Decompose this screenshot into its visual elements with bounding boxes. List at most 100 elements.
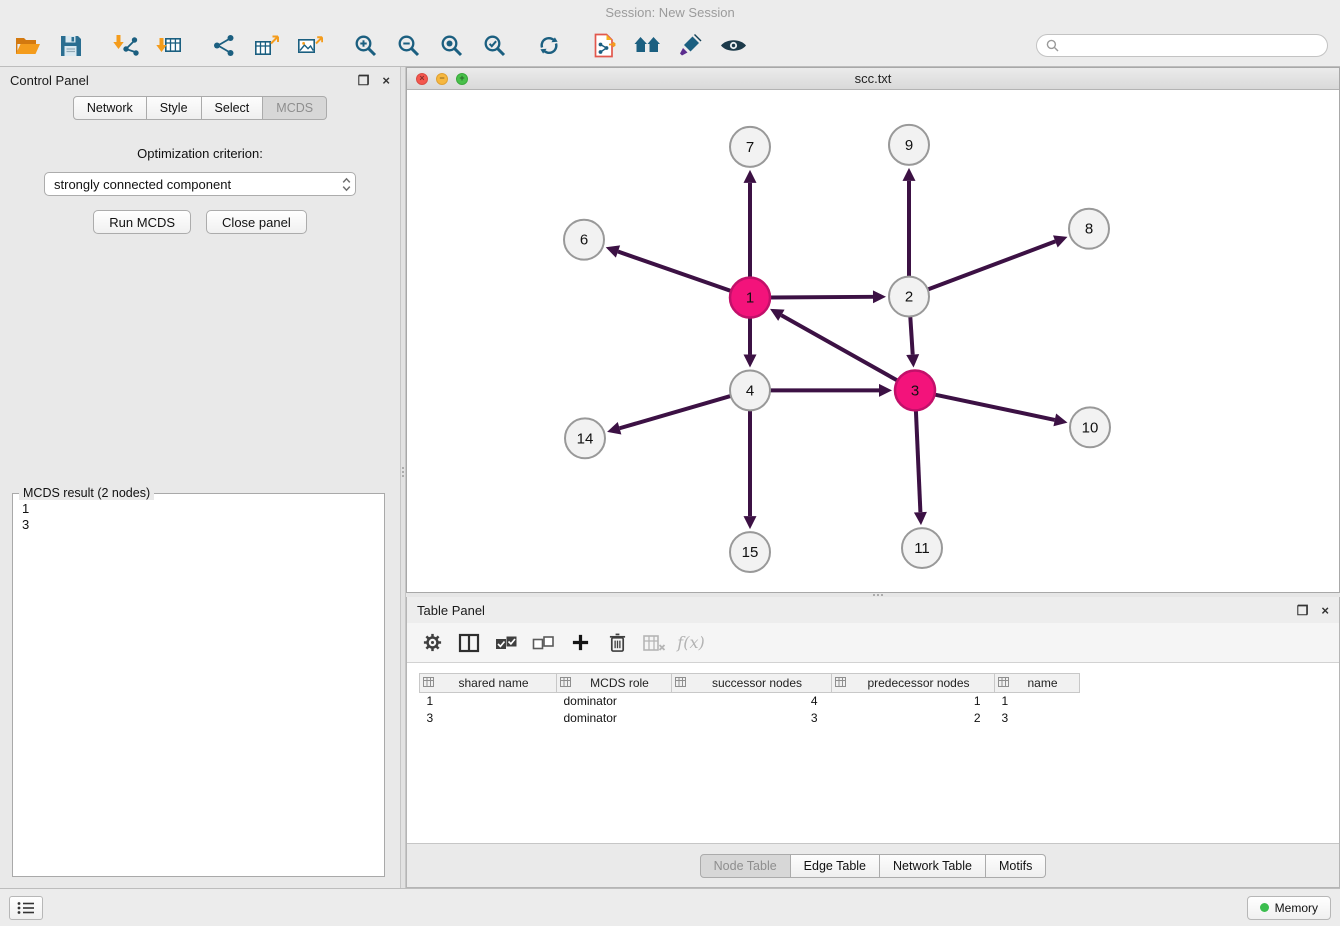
panel-splitter[interactable] <box>400 67 406 888</box>
close-window-icon[interactable]: × <box>416 73 428 85</box>
graph-arrowhead <box>906 354 919 367</box>
graph-node-label: 1 <box>746 290 754 307</box>
graph-node-label: 11 <box>914 540 930 557</box>
graph-node-label: 10 <box>1082 419 1099 436</box>
graph-edge-2-3[interactable] <box>910 317 912 355</box>
tab-style[interactable]: Style <box>147 96 202 120</box>
tab-select[interactable]: Select <box>202 96 264 120</box>
plus-icon <box>571 633 590 652</box>
close-panel-button[interactable]: Close panel <box>206 210 307 234</box>
save-session-button[interactable] <box>53 30 89 62</box>
table-cell-filler <box>1080 693 1328 710</box>
table-row[interactable]: 3dominator323 <box>420 710 1328 727</box>
import-table-icon <box>156 34 182 57</box>
column-header-MCDS-role[interactable]: MCDS role <box>557 674 672 693</box>
table-cell[interactable]: 3 <box>420 710 557 727</box>
add-row-button[interactable] <box>563 628 597 658</box>
tab-mcds[interactable]: MCDS <box>263 96 327 120</box>
tab-edge-table[interactable]: Edge Table <box>791 854 880 878</box>
table-cell[interactable]: dominator <box>557 693 672 710</box>
zoom-in-button[interactable] <box>347 30 383 62</box>
column-header-name[interactable]: name <box>995 674 1080 693</box>
toggle-column-button[interactable] <box>452 628 486 658</box>
graph-edge-3-10[interactable] <box>935 395 1055 420</box>
share-network-button[interactable] <box>206 30 242 62</box>
run-mcds-button[interactable]: Run MCDS <box>93 210 191 234</box>
network-window-titlebar[interactable]: × − + scc.txt <box>407 68 1339 90</box>
zoom-selected-button[interactable] <box>476 30 512 62</box>
table-splitter[interactable] <box>406 593 1340 597</box>
control-panel-header: Control Panel ❐ × <box>0 67 400 93</box>
table-cell[interactable]: 2 <box>832 710 995 727</box>
tab-motifs[interactable]: Motifs <box>986 854 1046 878</box>
table-cell[interactable]: 3 <box>995 710 1080 727</box>
import-network-button[interactable] <box>108 30 144 62</box>
column-type-icon <box>423 676 434 690</box>
tab-network-table[interactable]: Network Table <box>880 854 986 878</box>
task-history-button[interactable] <box>9 896 43 920</box>
open-session-button[interactable] <box>10 30 46 62</box>
graph-edge-3-1[interactable] <box>781 315 897 380</box>
close-table-panel-icon[interactable]: × <box>1321 604 1329 617</box>
window-title: Session: New Session <box>605 5 734 20</box>
zoom-fit-button[interactable] <box>433 30 469 62</box>
window-titlebar[interactable]: Session: New Session <box>0 0 1340 25</box>
graph-node-label: 6 <box>580 232 588 249</box>
maximize-window-icon[interactable]: + <box>456 73 468 85</box>
search-input[interactable] <box>1064 39 1318 53</box>
tab-node-table[interactable]: Node Table <box>700 854 791 878</box>
tab-network[interactable]: Network <box>73 96 147 120</box>
graph-arrowhead <box>903 168 916 181</box>
table-cell-filler <box>1080 710 1328 727</box>
first-neighbors-button[interactable] <box>629 30 665 62</box>
table-cell[interactable]: dominator <box>557 710 672 727</box>
deselect-all-button[interactable] <box>526 628 560 658</box>
graph-edge-2-8[interactable] <box>928 241 1056 289</box>
memory-button[interactable]: Memory <box>1247 896 1331 920</box>
float-table-panel-icon[interactable]: ❐ <box>1297 604 1309 617</box>
open-folder-icon <box>15 35 41 56</box>
network-graph[interactable]: 7968124314101511 <box>407 90 1339 592</box>
table-cell[interactable]: 1 <box>995 693 1080 710</box>
close-panel-icon[interactable]: × <box>382 74 390 87</box>
minimize-window-icon[interactable]: − <box>436 73 448 85</box>
select-all-button[interactable] <box>489 628 523 658</box>
import-table-button[interactable] <box>151 30 187 62</box>
column-header-successor-nodes[interactable]: successor nodes <box>672 674 832 693</box>
float-panel-icon[interactable]: ❐ <box>358 74 370 87</box>
delete-rows-button[interactable] <box>600 628 634 658</box>
graph-arrowhead <box>607 422 621 434</box>
optimization-dropdown[interactable]: strongly connected component <box>44 172 356 196</box>
table-cell[interactable]: 3 <box>672 710 832 727</box>
table-row[interactable]: 1dominator411 <box>420 693 1328 710</box>
graph-edge-1-6[interactable] <box>618 252 731 291</box>
table-panel-footer: Node TableEdge TableNetwork TableMotifs <box>407 843 1339 887</box>
zoom-out-button[interactable] <box>390 30 426 62</box>
column-header-shared-name[interactable]: shared name <box>420 674 557 693</box>
node-table: shared nameMCDS rolesuccessor nodesprede… <box>419 673 1327 727</box>
search-icon <box>1046 39 1059 52</box>
graph-edge-1-2[interactable] <box>770 297 873 298</box>
column-header-filler <box>1080 674 1328 693</box>
graph-node-label: 4 <box>746 382 754 399</box>
column-type-icon <box>560 676 571 690</box>
refresh-layout-button[interactable] <box>531 30 567 62</box>
table-cell[interactable]: 1 <box>420 693 557 710</box>
export-network-document-button[interactable] <box>586 30 622 62</box>
paint-style-button[interactable] <box>672 30 708 62</box>
main-area: Control Panel ❐ × NetworkStyleSelectMCDS… <box>0 67 1340 888</box>
export-table-button[interactable] <box>249 30 285 62</box>
table-cell[interactable]: 4 <box>672 693 832 710</box>
export-image-button[interactable] <box>292 30 328 62</box>
graph-edge-3-11[interactable] <box>916 410 921 512</box>
graph-edge-4-14[interactable] <box>620 396 731 428</box>
column-header-predecessor-nodes[interactable]: predecessor nodes <box>832 674 995 693</box>
table-cell[interactable]: 1 <box>832 693 995 710</box>
mcds-result-box: MCDS result (2 nodes) 13 <box>12 493 385 877</box>
memory-label: Memory <box>1275 901 1318 915</box>
mcds-result-value: 1 <box>22 501 375 517</box>
show-hide-button[interactable] <box>715 30 751 62</box>
table-settings-button[interactable] <box>415 628 449 658</box>
task-list-icon <box>17 901 35 915</box>
table-tabs: Node TableEdge TableNetwork TableMotifs <box>700 854 1047 878</box>
